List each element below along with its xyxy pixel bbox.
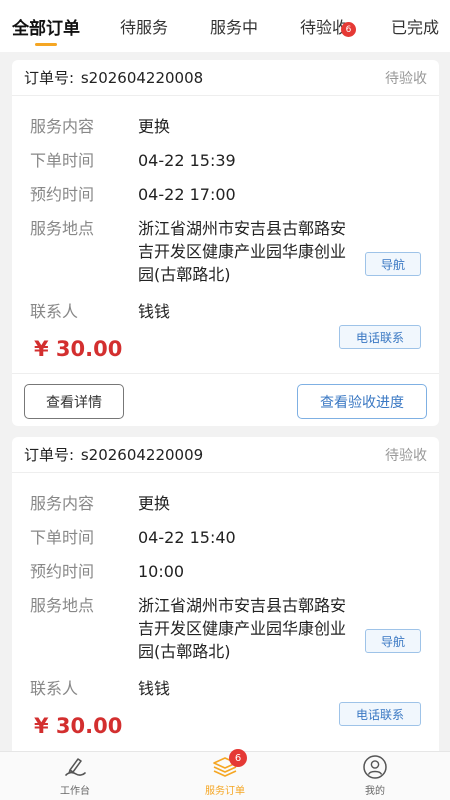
order-card-body: 服务内容 更换 下单时间 04-22 15:40 预约时间 10:00 服务地点… <box>12 473 439 738</box>
tab-label-wrap: 待验收 6 <box>300 14 356 38</box>
field-label: 服务地点 <box>30 596 95 615</box>
service-content-value: 更换 <box>138 117 171 136</box>
service-content-value: 更换 <box>138 494 171 513</box>
field-label: 预约时间 <box>30 562 95 581</box>
order-number-label: 订单号: <box>24 446 75 464</box>
order-number-value: s202604220008 <box>80 69 204 87</box>
nav-count-badge: 6 <box>229 749 247 767</box>
call-contact-button[interactable]: 电话联系 <box>339 702 421 726</box>
orders-icon: 6 <box>211 749 247 780</box>
order-number-value: s202604220009 <box>80 446 204 464</box>
order-card: 订单号: s202604220009 待验收 服务内容 更换 下单时间 04-2… <box>12 437 439 757</box>
view-acceptance-progress-button[interactable]: 查看验收进度 <box>297 384 427 419</box>
bottom-navigation: 工作台 6 服务订单 我的 <box>0 749 450 800</box>
order-status-tabs: 全部订单 待服务 服务中 待验收 6 已完成 <box>0 0 450 52</box>
field-label: 联系人 <box>30 679 79 698</box>
contact-row: 联系人 钱钱 <box>30 300 421 323</box>
field-label: 联系人 <box>30 302 79 321</box>
service-address-value: 浙江省湖州市安吉县古鄣路安吉开发区健康产业园华康创业园(古鄣路北) <box>138 596 347 661</box>
order-card-actions: 查看详情 查看验收进度 <box>12 373 439 427</box>
service-content-row: 服务内容 更换 <box>30 492 421 515</box>
tab-all-orders[interactable]: 全部订单 <box>4 0 88 52</box>
view-details-button[interactable]: 查看详情 <box>24 384 124 419</box>
service-address-row: 服务地点 浙江省湖州市安吉县古鄣路安吉开发区健康产业园华康创业园(古鄣路北) <box>30 594 421 663</box>
tab-label: 全部订单 <box>12 18 80 39</box>
order-number: 订单号: s202604220008 <box>24 67 203 88</box>
nav-item-service-orders[interactable]: 6 服务订单 <box>175 749 275 800</box>
navigate-button[interactable]: 导航 <box>365 252 421 276</box>
field-label: 下单时间 <box>30 151 95 170</box>
tab-completed[interactable]: 已完成 <box>380 0 450 52</box>
workbench-icon <box>61 754 89 780</box>
tab-label: 服务中 <box>209 18 258 37</box>
nav-item-workbench[interactable]: 工作台 <box>25 752 125 800</box>
order-card-header: 订单号: s202604220008 待验收 <box>12 60 439 96</box>
order-status: 待验收 <box>385 70 427 87</box>
tab-pending-acceptance[interactable]: 待验收 6 <box>288 0 360 52</box>
order-time-value: 04-22 15:40 <box>138 528 236 547</box>
nav-item-profile[interactable]: 我的 <box>325 752 425 800</box>
contact-value: 钱钱 <box>138 679 171 698</box>
order-card-body: 服务内容 更换 下单时间 04-22 15:39 预约时间 04-22 17:0… <box>12 96 439 361</box>
order-card: 订单号: s202604220008 待验收 服务内容 更换 下单时间 04-2… <box>12 60 439 426</box>
tab-pending-service[interactable]: 待服务 <box>108 0 180 52</box>
tab-label: 待服务 <box>119 18 168 37</box>
service-address-value: 浙江省湖州市安吉县古鄣路安吉开发区健康产业园华康创业园(古鄣路北) <box>138 219 347 284</box>
contact-value: 钱钱 <box>138 302 171 321</box>
nav-label: 服务订单 <box>205 786 245 797</box>
field-label: 服务内容 <box>30 117 95 136</box>
nav-label: 工作台 <box>60 786 90 797</box>
appointment-time-value: 04-22 17:00 <box>138 185 236 204</box>
active-tab-indicator <box>35 43 57 46</box>
order-time-row: 下单时间 04-22 15:39 <box>30 149 421 172</box>
order-number: 订单号: s202604220009 <box>24 444 203 465</box>
appointment-time-value: 10:00 <box>138 562 185 581</box>
tab-count-badge: 6 <box>341 22 356 37</box>
field-label: 服务地点 <box>30 219 95 238</box>
call-contact-button[interactable]: 电话联系 <box>339 325 421 349</box>
order-time-value: 04-22 15:39 <box>138 151 236 170</box>
field-label: 服务内容 <box>30 494 95 513</box>
order-status: 待验收 <box>385 447 427 464</box>
service-content-row: 服务内容 更换 <box>30 115 421 138</box>
appointment-time-row: 预约时间 04-22 17:00 <box>30 183 421 206</box>
appointment-time-row: 预约时间 10:00 <box>30 560 421 583</box>
service-address-row: 服务地点 浙江省湖州市安吉县古鄣路安吉开发区健康产业园华康创业园(古鄣路北) <box>30 217 421 286</box>
order-card-header: 订单号: s202604220009 待验收 <box>12 437 439 473</box>
order-time-row: 下单时间 04-22 15:40 <box>30 526 421 549</box>
order-number-label: 订单号: <box>24 69 75 87</box>
field-label: 预约时间 <box>30 185 95 204</box>
profile-icon <box>361 754 389 780</box>
navigate-button[interactable]: 导航 <box>365 629 421 653</box>
nav-label: 我的 <box>365 786 385 797</box>
contact-row: 联系人 钱钱 <box>30 677 421 700</box>
tab-in-service[interactable]: 服务中 <box>198 0 270 52</box>
tab-label: 已完成 <box>390 18 439 37</box>
field-label: 下单时间 <box>30 528 95 547</box>
